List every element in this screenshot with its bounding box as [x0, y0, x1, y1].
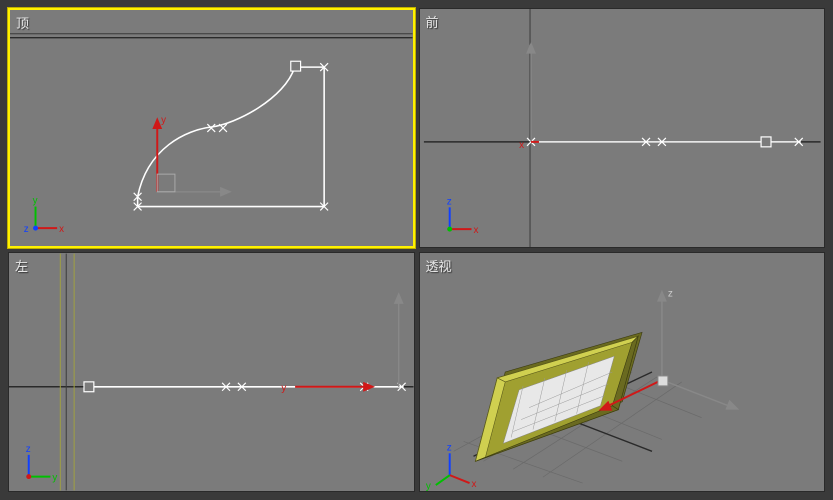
- svg-text:x: x: [59, 224, 64, 235]
- viewport-left[interactable]: 左: [8, 252, 415, 492]
- axis-tripod-icon: x z: [446, 196, 478, 236]
- svg-text:z: z: [446, 196, 451, 207]
- viewport-canvas-perspective: z z x y: [420, 253, 825, 491]
- viewport-front[interactable]: 前: [419, 8, 826, 248]
- frame-object: [475, 332, 642, 461]
- viewport-canvas-front: x x z: [420, 9, 825, 247]
- move-gizmo-icon: y: [152, 115, 232, 197]
- axis-tripod-icon: x y z: [24, 196, 64, 235]
- axis-tripod-icon: z x y: [425, 442, 476, 491]
- viewport-canvas-top: y x y z: [10, 10, 413, 246]
- svg-text:z: z: [446, 442, 451, 453]
- svg-text:z: z: [667, 289, 672, 300]
- svg-text:x: x: [473, 225, 478, 236]
- svg-text:z: z: [24, 224, 29, 235]
- spline-shape-top: [134, 61, 328, 210]
- move-gizmo-icon: x: [519, 42, 539, 151]
- svg-text:x: x: [519, 140, 524, 151]
- svg-text:y: y: [281, 383, 286, 394]
- viewport-grid: 顶: [8, 8, 825, 492]
- viewport-canvas-left: y y z: [9, 253, 414, 491]
- axis-tripod-icon: y z: [26, 444, 58, 484]
- svg-text:x: x: [471, 479, 476, 490]
- svg-text:y: y: [161, 115, 166, 126]
- svg-text:y: y: [52, 473, 57, 484]
- move-gizmo-icon: y: [281, 292, 403, 394]
- viewport-perspective[interactable]: 透视: [419, 252, 826, 492]
- svg-text:y: y: [33, 196, 38, 207]
- viewport-top[interactable]: 顶: [8, 8, 415, 248]
- svg-text:z: z: [26, 444, 31, 455]
- svg-text:y: y: [425, 481, 430, 491]
